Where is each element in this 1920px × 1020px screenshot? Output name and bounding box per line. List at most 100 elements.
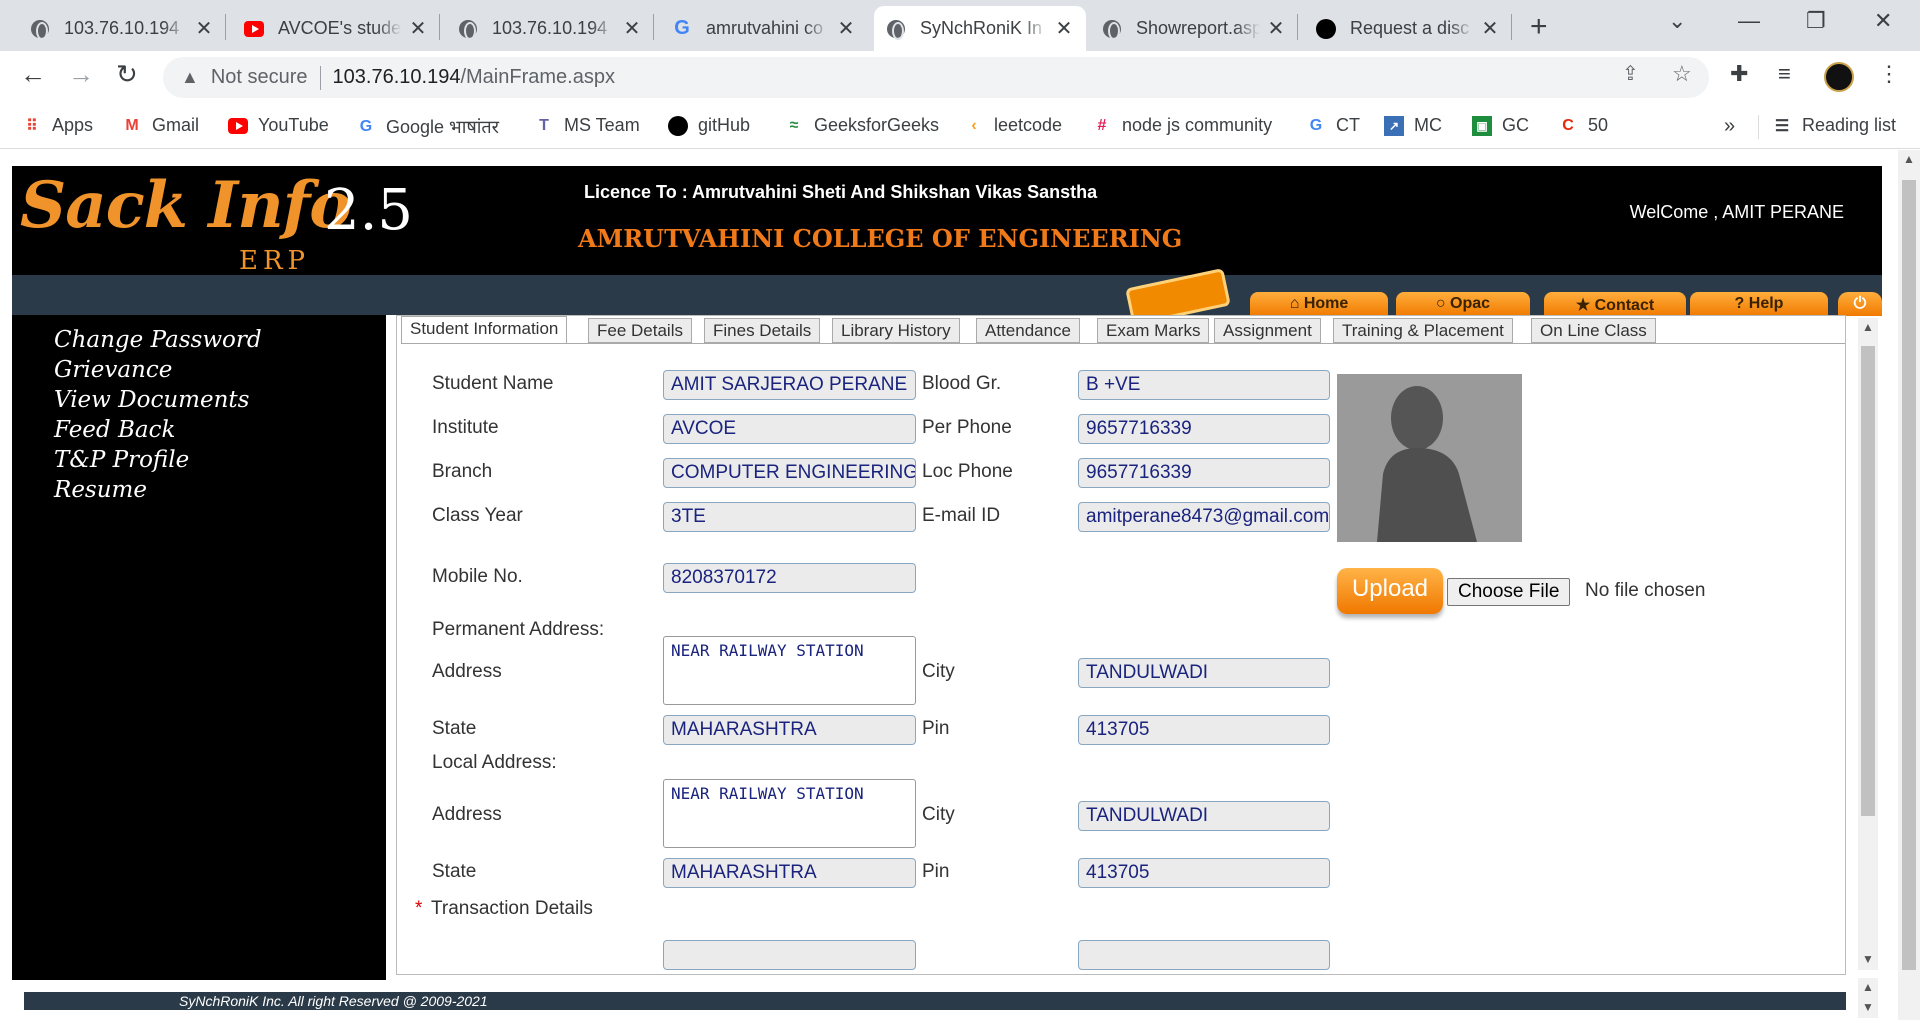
- scroll-down-arrow[interactable]: ▼: [1862, 952, 1874, 966]
- tab-exam-marks[interactable]: Exam Marks: [1097, 318, 1210, 343]
- restore-button[interactable]: ❐: [1806, 8, 1826, 34]
- gmail-icon: M: [125, 116, 139, 134]
- logout-button[interactable]: ⏻: [1838, 292, 1882, 316]
- home-button[interactable]: ⌂ Home: [1250, 292, 1388, 316]
- bookmark-geeksforgeeks[interactable]: ≈ GeeksforGeeks: [784, 115, 939, 136]
- help-button[interactable]: ? Help: [1690, 292, 1828, 316]
- new-tab-button[interactable]: +: [1530, 10, 1548, 44]
- perm-city-field[interactable]: TANDULWADI: [1078, 658, 1330, 688]
- footer-scroll-down-arrow[interactable]: ▼: [1862, 1000, 1874, 1014]
- scroll-up-arrow[interactable]: ▲: [1862, 320, 1874, 334]
- sidebar-grievance[interactable]: Grievance: [54, 357, 172, 383]
- local-state-field[interactable]: MAHARASHTRA: [663, 858, 916, 888]
- bookmark-translate[interactable]: G Google भाषांतर: [356, 115, 499, 139]
- footer-scrollbar[interactable]: ▲ ▼: [1858, 978, 1878, 1018]
- per-phone-label: Per Phone: [922, 417, 1012, 438]
- mobile-field[interactable]: 8208370172: [663, 563, 916, 593]
- email-field[interactable]: amitperane8473@gmail.com: [1078, 502, 1330, 532]
- close-tab-icon[interactable]: ✕: [1266, 16, 1286, 41]
- tab-fines-details[interactable]: Fines Details: [704, 318, 821, 343]
- reload-button[interactable]: ↻: [116, 59, 138, 90]
- content-scroll-thumb[interactable]: [1861, 346, 1875, 816]
- bookmark-mc[interactable]: ↗ MC: [1384, 115, 1442, 136]
- perm-address-textarea[interactable]: NEAR RAILWAY STATION: [663, 636, 916, 705]
- browser-tab[interactable]: 103.76.10.194 ✕: [446, 6, 654, 51]
- bookmark-star-icon[interactable]: ☆: [1672, 61, 1692, 87]
- per-phone-field[interactable]: 9657716339: [1078, 414, 1330, 444]
- blood-group-field[interactable]: B +VE: [1078, 370, 1330, 400]
- institute-field[interactable]: AVCOE: [663, 414, 916, 444]
- browser-tab[interactable]: G amrutvahini co ✕: [660, 6, 868, 51]
- extensions-icon[interactable]: ✚: [1730, 61, 1748, 87]
- bookmark-apps[interactable]: ⠿ Apps: [22, 115, 93, 136]
- tab-library-history[interactable]: Library History: [832, 318, 960, 343]
- opac-button[interactable]: ○ Opac: [1396, 292, 1530, 316]
- bookmark-50[interactable]: C 50: [1558, 115, 1608, 136]
- tab-search-icon[interactable]: ⌄: [1668, 8, 1686, 34]
- close-tab-icon[interactable]: ✕: [194, 16, 214, 41]
- back-button[interactable]: ←: [20, 59, 46, 90]
- minimize-button[interactable]: —: [1738, 8, 1760, 34]
- local-pin-field[interactable]: 413705: [1078, 858, 1330, 888]
- tab-attendance[interactable]: Attendance: [976, 318, 1081, 343]
- tab-student-information[interactable]: Student Information: [401, 316, 568, 344]
- tab-online-class[interactable]: On Line Class: [1531, 318, 1656, 343]
- bookmark-label: Gmail: [152, 115, 200, 135]
- sidebar-feed-back[interactable]: Feed Back: [54, 417, 175, 443]
- close-window-button[interactable]: ✕: [1874, 8, 1892, 34]
- share-icon[interactable]: ⇪: [1622, 61, 1639, 86]
- menu-icon[interactable]: ⋮: [1878, 61, 1900, 87]
- bookmark-leetcode[interactable]: ‹ leetcode: [964, 115, 1062, 136]
- sidebar-tp-profile[interactable]: T&P Profile: [54, 447, 189, 473]
- tab-assignment[interactable]: Assignment: [1214, 318, 1321, 343]
- content-scrollbar[interactable]: ▲ ▼: [1858, 318, 1878, 970]
- close-tab-icon[interactable]: ✕: [1054, 16, 1074, 41]
- page-scroll-thumb[interactable]: [1902, 180, 1916, 970]
- choose-file-button[interactable]: Choose File: [1447, 578, 1571, 606]
- tab-training-placement[interactable]: Training & Placement: [1333, 318, 1513, 343]
- upload-button[interactable]: Upload: [1337, 568, 1443, 614]
- media-control-icon[interactable]: ≡: [1778, 61, 1791, 87]
- bookmark-github[interactable]: gitHub: [668, 115, 750, 136]
- branch-field[interactable]: COMPUTER ENGINEERING: [663, 458, 916, 488]
- browser-tab[interactable]: Showreport.asp ✕: [1090, 6, 1298, 51]
- local-city-field[interactable]: TANDULWADI: [1078, 801, 1330, 831]
- bookmark-gmail[interactable]: M Gmail: [122, 115, 199, 136]
- close-tab-icon[interactable]: ✕: [622, 16, 642, 41]
- bookmark-ct[interactable]: G CT: [1306, 115, 1360, 136]
- close-tab-icon[interactable]: ✕: [408, 16, 428, 41]
- browser-tab[interactable]: AVCOE's studen ✕: [232, 6, 440, 51]
- close-tab-icon[interactable]: ✕: [1480, 16, 1500, 41]
- forward-button[interactable]: →: [68, 59, 94, 90]
- browser-tab[interactable]: Request a disc ✕: [1304, 6, 1512, 51]
- bookmark-ms-team[interactable]: T MS Team: [534, 115, 640, 136]
- transaction-field[interactable]: [1078, 940, 1330, 970]
- bookmark-youtube[interactable]: YouTube: [228, 115, 329, 136]
- student-name-field[interactable]: AMIT SARJERAO PERANE: [663, 370, 916, 400]
- transaction-field[interactable]: [663, 940, 916, 970]
- local-address-textarea[interactable]: NEAR RAILWAY STATION: [663, 779, 916, 848]
- bookmark-node-js-community[interactable]: # node js community: [1092, 115, 1273, 136]
- browser-tab-active[interactable]: SyNchRoniK In ✕: [874, 6, 1086, 51]
- perm-state-field[interactable]: MAHARASHTRA: [663, 715, 916, 745]
- close-tab-icon[interactable]: ✕: [836, 16, 856, 41]
- sidebar-view-documents[interactable]: View Documents: [54, 387, 249, 413]
- reading-list-button[interactable]: ☰ Reading list: [1772, 115, 1896, 136]
- contact-button[interactable]: ★ Contact: [1544, 292, 1686, 316]
- page-scroll-up-arrow[interactable]: ▲: [1903, 152, 1915, 166]
- page-scrollbar[interactable]: ▲: [1898, 150, 1920, 1020]
- loc-phone-field[interactable]: 9657716339: [1078, 458, 1330, 488]
- warning-icon[interactable]: ▲: [181, 67, 199, 88]
- sidebar-resume[interactable]: Resume: [54, 477, 147, 503]
- footer-scroll-up-arrow[interactable]: ▲: [1862, 980, 1874, 994]
- tab-fee-details[interactable]: Fee Details: [588, 318, 692, 343]
- address-bar[interactable]: ▲ Not secure 103.76.10.194/MainFrame.asp…: [163, 57, 1709, 98]
- browser-tab[interactable]: 103.76.10.194 ✕: [18, 6, 226, 51]
- sidebar-change-password[interactable]: Change Password: [54, 327, 262, 353]
- profile-avatar[interactable]: [1824, 62, 1854, 92]
- browser-toolbar: ← → ↻ ▲ Not secure 103.76.10.194/MainFra…: [0, 51, 1920, 105]
- more-bookmarks-button[interactable]: »: [1724, 115, 1735, 138]
- perm-pin-field[interactable]: 413705: [1078, 715, 1330, 745]
- bookmark-gc[interactable]: ▣ GC: [1472, 115, 1529, 136]
- class-year-field[interactable]: 3TE: [663, 502, 916, 532]
